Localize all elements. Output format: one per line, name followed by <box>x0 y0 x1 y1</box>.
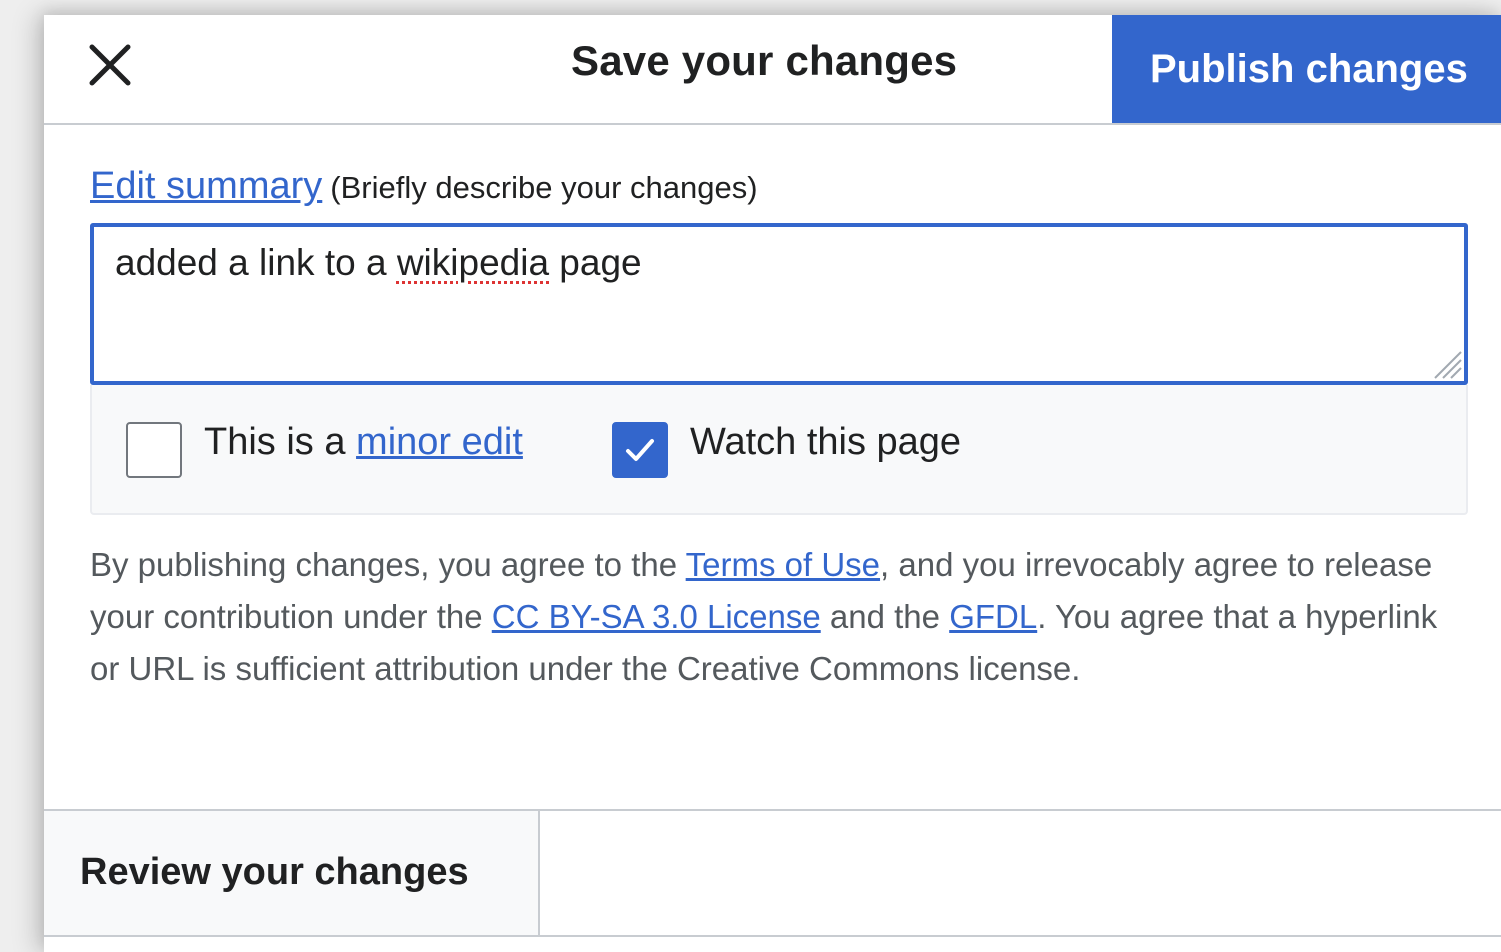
terms-of-use-link[interactable]: Terms of Use <box>686 546 880 583</box>
close-icon <box>89 44 131 86</box>
gfdl-link[interactable]: GFDL <box>949 598 1037 635</box>
minor-edit-label: This is a minor edit <box>204 421 523 463</box>
review-changes-button[interactable]: Review your changes <box>44 811 540 935</box>
save-dialog: Save your changes Publish changes Edit s… <box>44 15 1501 952</box>
publish-changes-button[interactable]: Publish changes <box>1112 15 1501 123</box>
legal-notice: By publishing changes, you agree to the … <box>90 546 1438 687</box>
edit-summary-label: Edit summary (Briefly describe your chang… <box>90 165 758 208</box>
close-button[interactable] <box>84 39 136 91</box>
watch-page-checkbox[interactable] <box>612 422 668 478</box>
review-changes-label: Review your changes <box>80 851 469 893</box>
cc-license-link[interactable]: CC BY-SA 3.0 License <box>492 598 821 635</box>
dialog-footer: Review your changes <box>44 809 1501 937</box>
misspelled-word: wikipedia <box>396 242 550 283</box>
edit-summary-value: added a link to a wikipedia page <box>115 242 642 283</box>
edit-summary-hint: (Briefly describe your changes) <box>330 170 758 205</box>
resize-handle-icon[interactable] <box>1429 346 1463 380</box>
minor-edit-link[interactable]: minor edit <box>356 421 523 463</box>
checkmark-icon <box>626 439 654 461</box>
minor-edit-checkbox[interactable] <box>126 422 182 478</box>
edit-summary-input[interactable]: added a link to a wikipedia page <box>90 223 1468 385</box>
dialog-header: Save your changes Publish changes <box>44 15 1501 125</box>
watch-page-label: Watch this page <box>690 421 962 463</box>
edit-options-bar: This is a minor edit Watch this page <box>90 385 1468 515</box>
edit-summary-link[interactable]: Edit summary <box>90 165 322 207</box>
dialog-title: Save your changes <box>571 37 958 84</box>
